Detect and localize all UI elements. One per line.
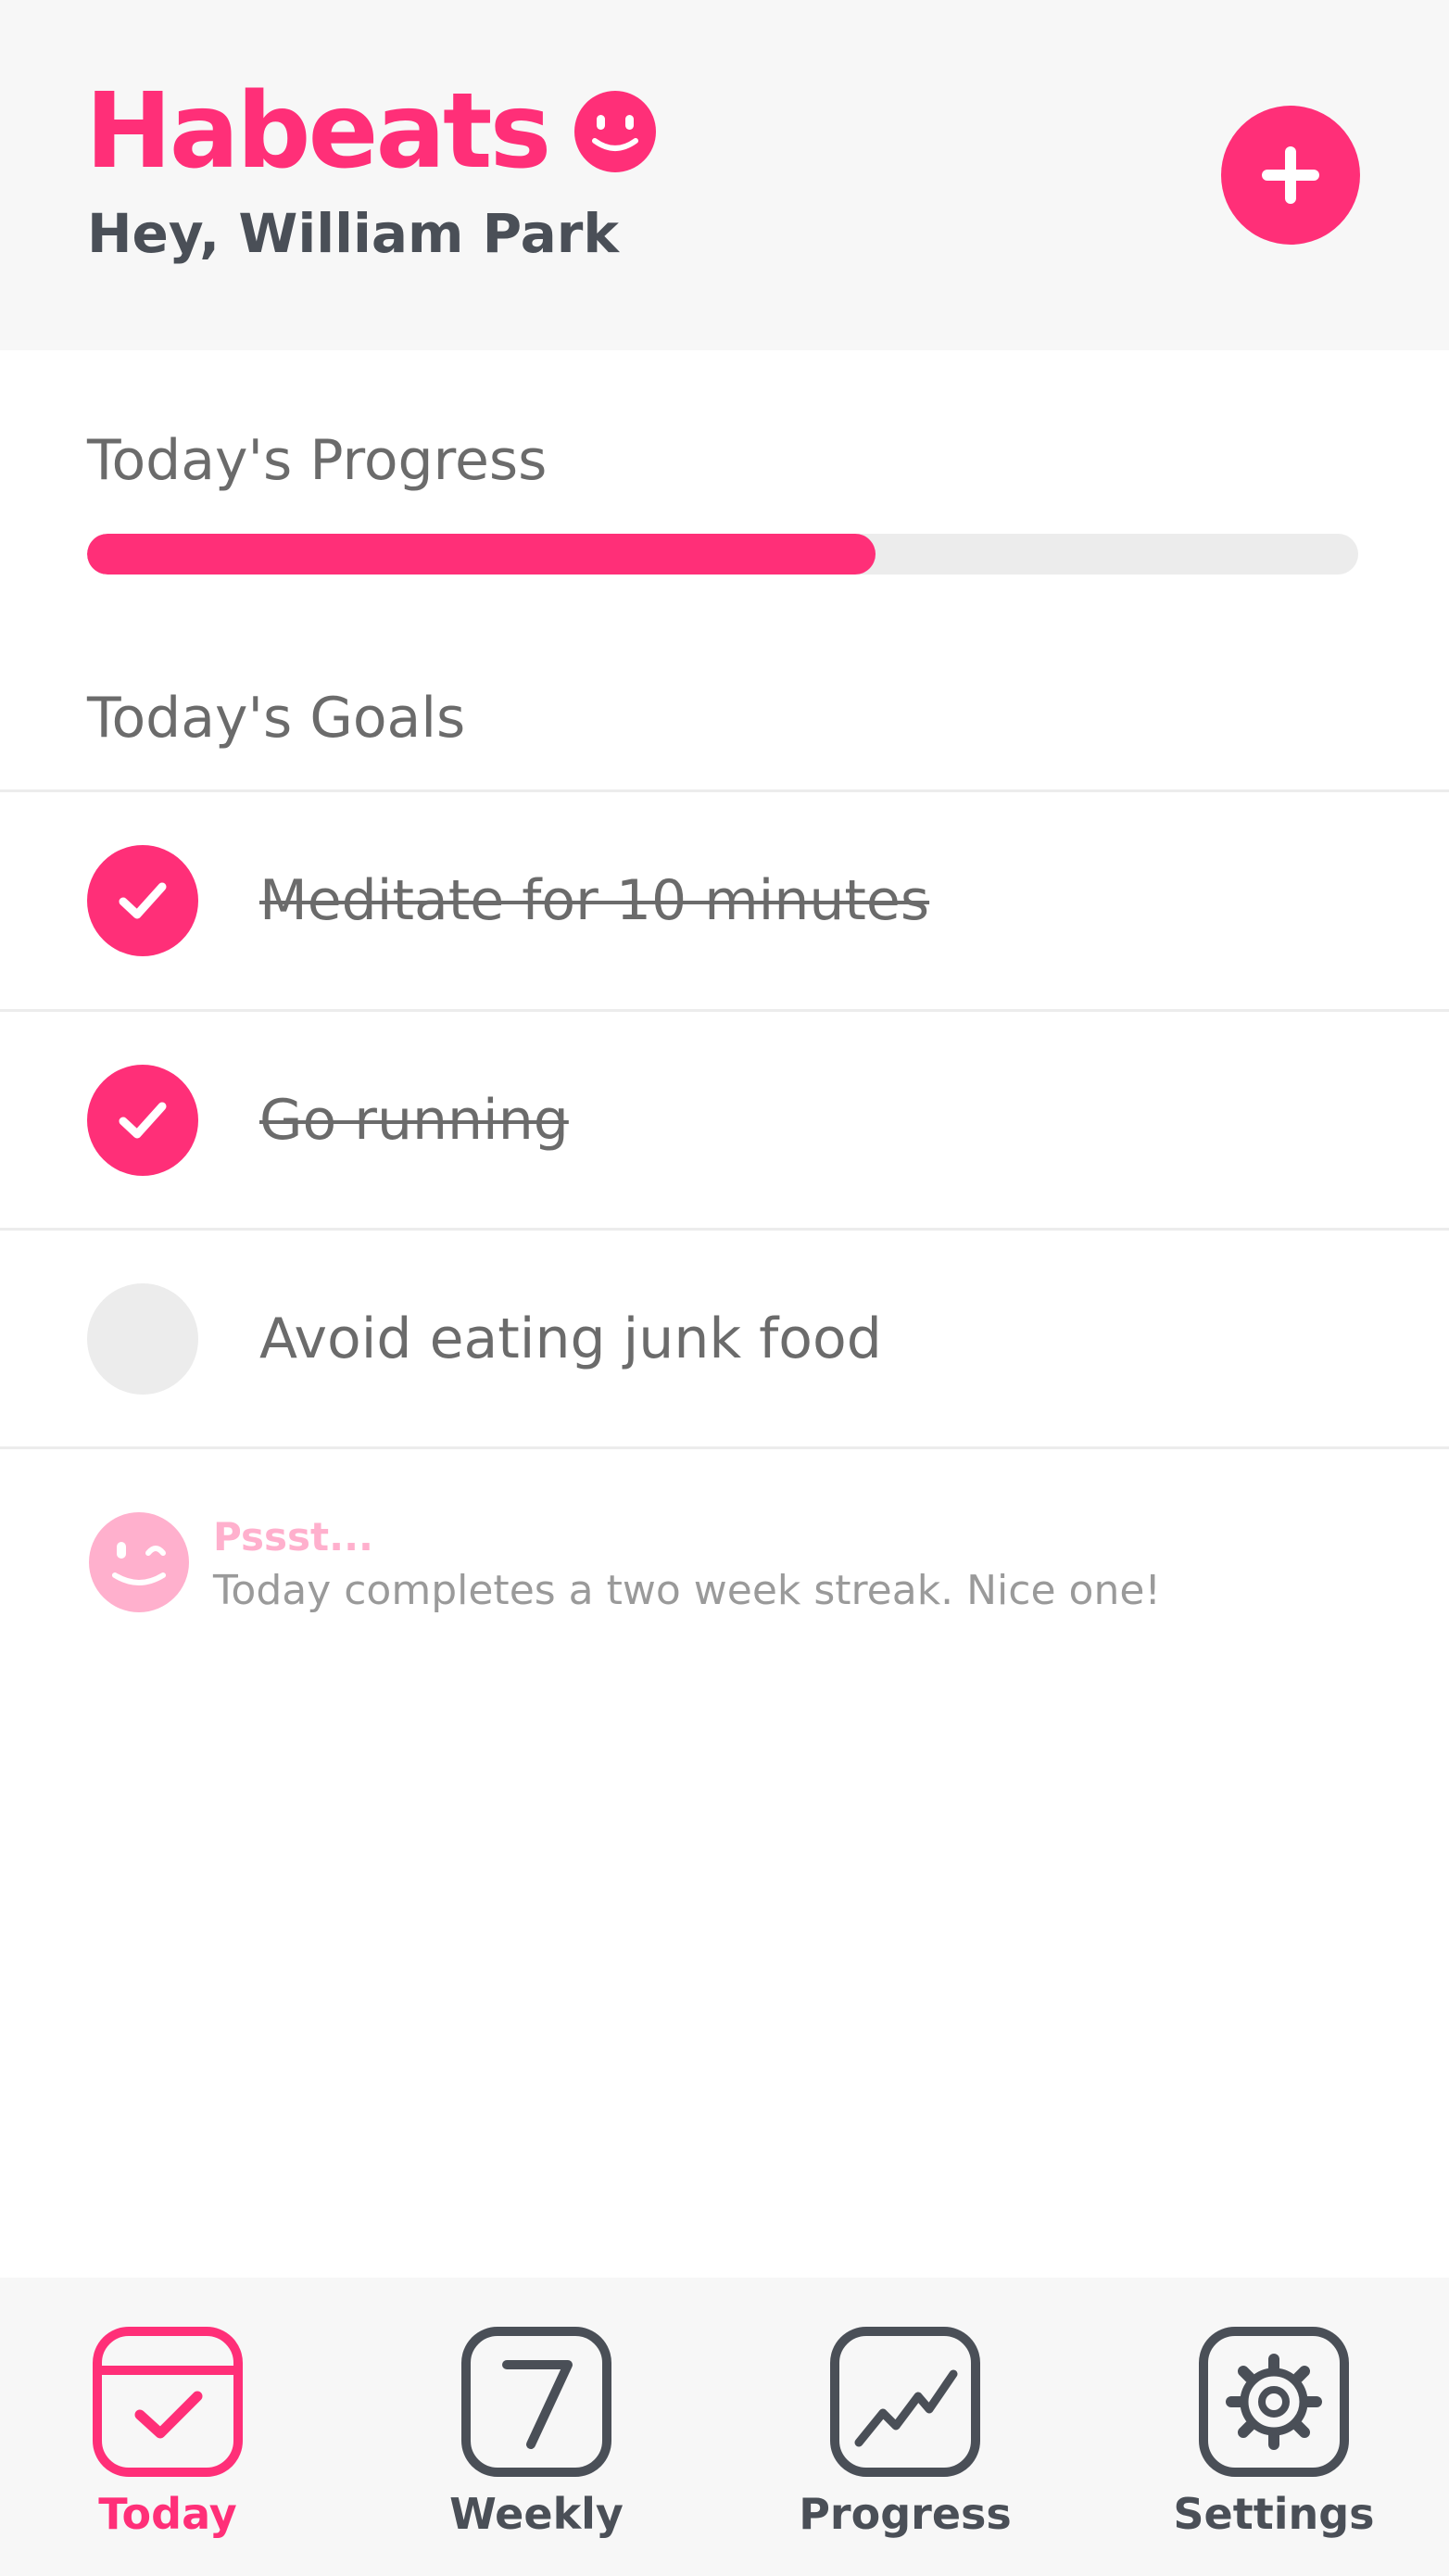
goal-checkbox[interactable]: [87, 1283, 198, 1395]
goal-item[interactable]: Meditate for 10 minutes: [0, 792, 1449, 1009]
tip-text: Pssst... Today completes a two week stre…: [213, 1510, 1161, 1614]
goals-title: Today's Goals: [87, 686, 466, 751]
goal-label: Go running: [259, 1088, 569, 1153]
tab-label: Today: [98, 2489, 237, 2539]
plus-icon: [1262, 146, 1319, 204]
seven-icon: [461, 2327, 611, 2477]
add-habit-button[interactable]: [1221, 106, 1360, 245]
tab-bar: Today Weekly Progress Settings: [0, 2278, 1449, 2576]
chart-line-icon: [830, 2327, 980, 2477]
smiley-icon: [574, 91, 657, 172]
checkmark-icon: [119, 1102, 167, 1139]
gear-icon: [1199, 2327, 1349, 2477]
tab-progress[interactable]: Progress: [766, 2322, 1044, 2539]
tip-title: Pssst...: [213, 1514, 373, 1559]
checkmark-icon: [119, 882, 167, 919]
app-name: Habeats: [85, 71, 551, 192]
tab-label: Weekly: [449, 2489, 624, 2539]
tab-label: Settings: [1173, 2489, 1375, 2539]
winking-face-icon: [89, 1512, 189, 1612]
progress-title: Today's Progress: [87, 428, 548, 493]
greeting: Hey, William Park: [87, 202, 619, 265]
streak-tip: Pssst... Today completes a two week stre…: [87, 1510, 1161, 1614]
goal-checkbox[interactable]: [87, 1065, 198, 1176]
tip-body: Today completes a two week streak. Nice …: [213, 1567, 1162, 1614]
app-header: Habeats Hey, William Park: [0, 0, 1449, 350]
tab-settings[interactable]: Settings: [1135, 2322, 1413, 2539]
brand: Habeats: [85, 80, 658, 183]
divider: [0, 1446, 1449, 1449]
tab-weekly[interactable]: Weekly: [397, 2322, 675, 2539]
goal-item[interactable]: Avoid eating junk food: [0, 1231, 1449, 1447]
calendar-check-icon: [93, 2327, 243, 2477]
goal-label: Avoid eating junk food: [259, 1307, 882, 1371]
goal-item[interactable]: Go running: [0, 1012, 1449, 1229]
goal-label: Meditate for 10 minutes: [259, 868, 930, 933]
progress-bar: [87, 534, 1358, 575]
tab-today[interactable]: Today: [29, 2322, 307, 2539]
goal-checkbox[interactable]: [87, 845, 198, 956]
tab-label: Progress: [799, 2489, 1012, 2539]
progress-bar-fill: [87, 534, 876, 575]
